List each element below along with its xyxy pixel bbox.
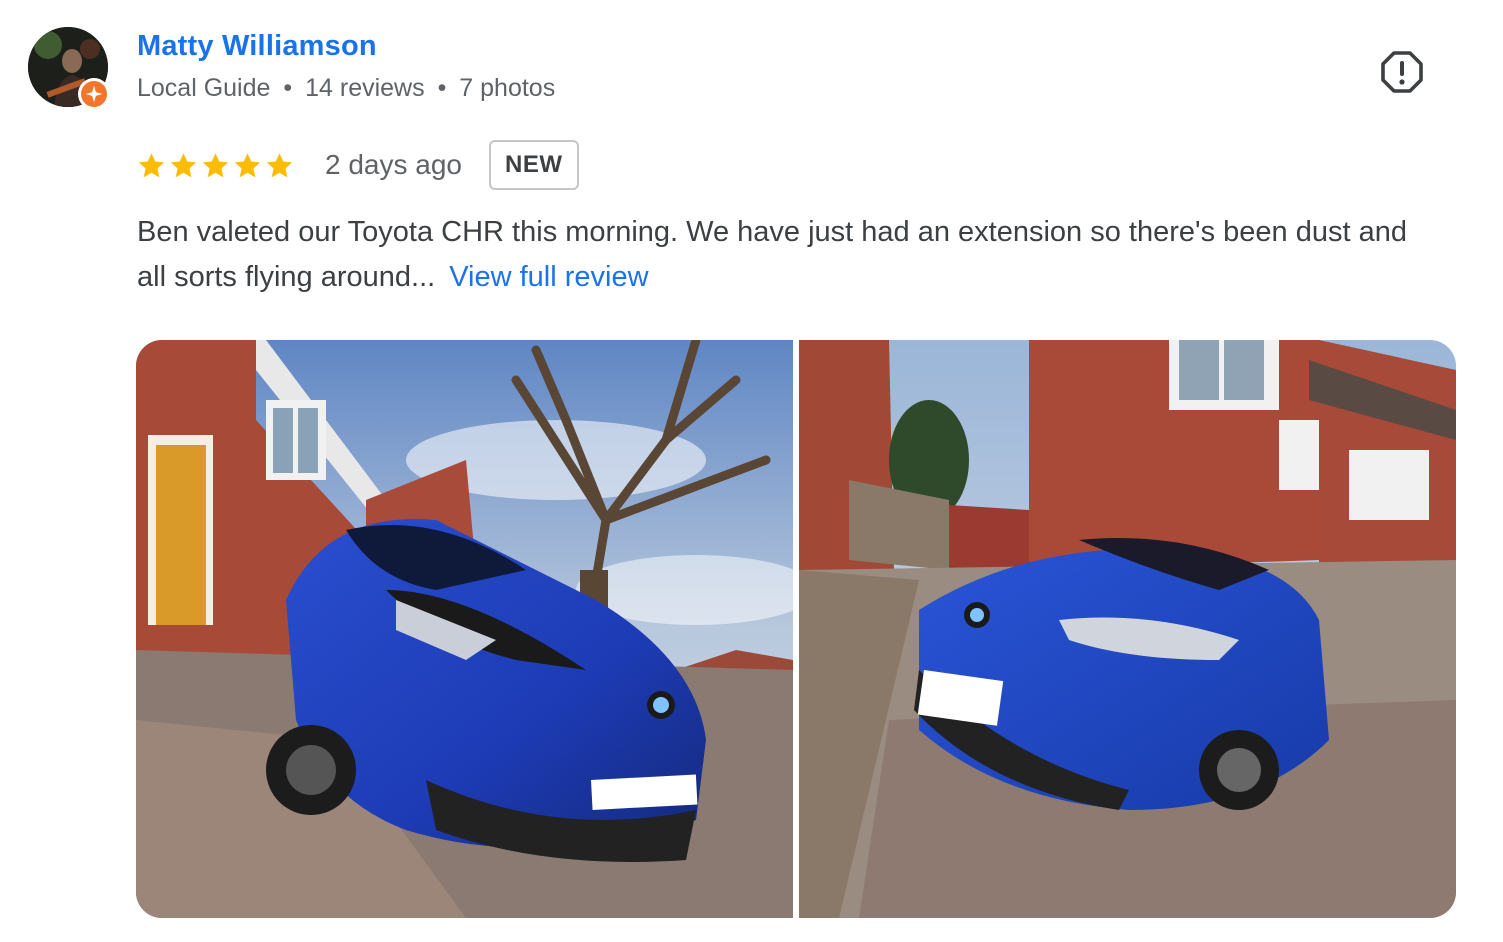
meta-separator: • <box>283 74 293 102</box>
star-icon <box>138 152 165 177</box>
new-badge: NEW <box>489 140 579 190</box>
local-guide-badge-icon <box>78 78 110 110</box>
review-photo-2[interactable] <box>799 340 1456 918</box>
meta-separator: • <box>437 74 447 102</box>
review-date: 2 days ago <box>325 149 462 180</box>
star-icon <box>266 152 293 177</box>
reviewer-name-link[interactable]: Matty Williamson <box>137 30 377 63</box>
view-full-review-link[interactable]: View full review <box>449 261 648 293</box>
rating-row: 2 days ago NEW <box>136 137 579 193</box>
star-icon <box>170 152 197 177</box>
star-icon <box>234 152 261 177</box>
reviews-count: 14 reviews <box>305 74 425 102</box>
star-icon <box>202 152 229 177</box>
photos-count: 7 photos <box>459 74 556 102</box>
review-photo-1[interactable] <box>136 340 793 918</box>
review-text-block: Ben valeted our Toyota CHR this morning.… <box>137 210 1437 300</box>
star-rating <box>136 150 295 181</box>
review-text: Ben valeted our Toyota CHR this morning.… <box>137 216 1407 293</box>
local-guide-label: Local Guide <box>137 74 271 102</box>
reviewer-meta: Local Guide • 14 reviews • 7 photos <box>137 74 555 103</box>
report-icon[interactable] <box>1380 50 1424 94</box>
